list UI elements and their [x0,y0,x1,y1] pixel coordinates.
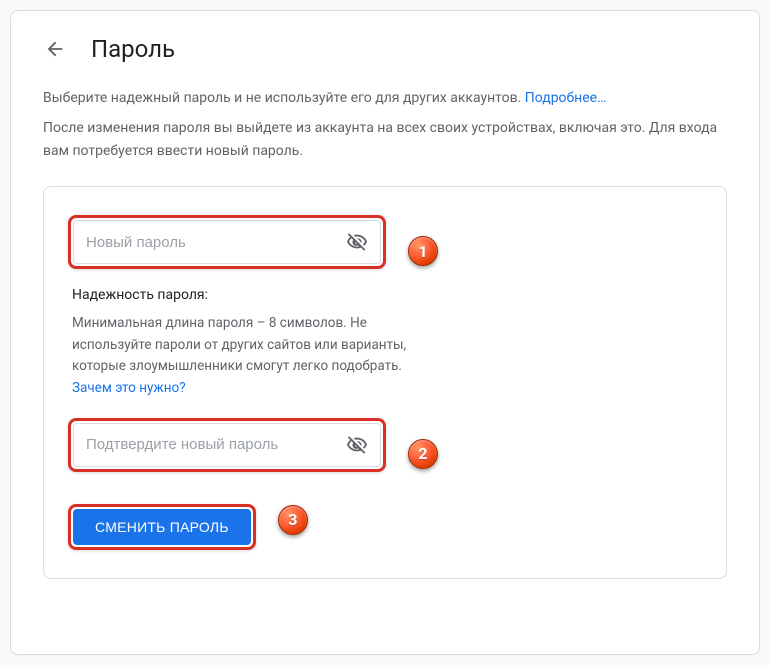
visibility-off-icon[interactable] [346,434,368,456]
visibility-off-icon[interactable] [346,231,368,253]
annotation-badge-2: 2 [408,439,438,469]
confirm-password-input[interactable] [86,436,346,453]
password-page: Пароль Выберите надежный пароль и не исп… [10,10,760,655]
annotation-badge-1: 1 [408,236,438,266]
intro-text: Выберите надежный пароль и не используйт… [43,87,727,109]
annotation-badge-3: 3 [278,505,308,535]
strength-text: Минимальная длина пароля – 8 символов. Н… [72,313,408,399]
new-password-row [73,220,381,264]
new-password-input[interactable] [86,234,346,251]
page-header: Пароль [43,35,727,63]
page-title: Пароль [91,35,175,63]
confirm-password-row [73,423,381,467]
strength-body: Минимальная длина пароля – 8 символов. Н… [72,315,406,374]
new-password-field-wrap [68,215,386,269]
form-card: 1 Надежность пароля: Минимальная длина п… [43,186,727,578]
description-text: После изменения пароля вы выйдете из акк… [43,117,727,162]
submit-wrap: СМЕНИТЬ ПАРОЛЬ [68,504,256,550]
strength-title: Надежность пароля: [72,287,408,303]
learn-more-link[interactable]: Подробнее… [525,90,607,106]
change-password-button[interactable]: СМЕНИТЬ ПАРОЛЬ [73,509,251,545]
why-link[interactable]: Зачем это нужно? [72,380,186,396]
intro-body: Выберите надежный пароль и не используйт… [43,90,525,106]
confirm-password-field-wrap [68,418,386,472]
back-arrow-icon[interactable] [43,37,67,61]
strength-block: Надежность пароля: Минимальная длина пар… [68,287,408,399]
